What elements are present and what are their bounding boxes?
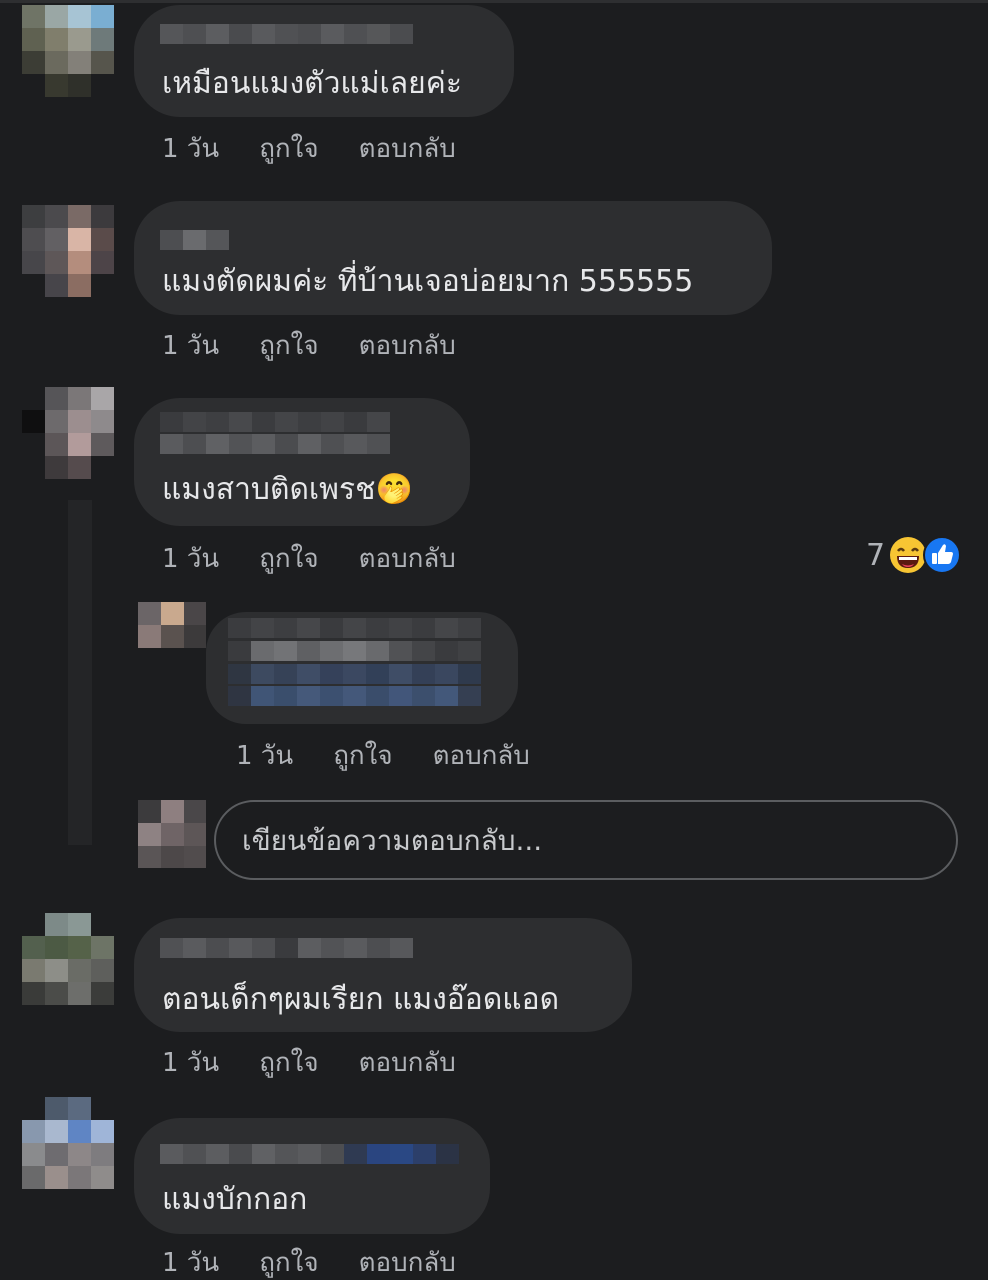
reaction-count: 7 [866,537,886,573]
reply-text-blurred [228,686,481,706]
commenter-name-blurred [160,412,390,432]
comment-time[interactable]: 1 วัน [162,542,219,576]
top-divider [0,0,988,3]
comment-time[interactable]: 1 วัน [162,1246,219,1280]
avatar[interactable] [22,913,114,1005]
current-user-avatar [138,800,206,868]
reaction-summary[interactable]: 7 [866,536,962,574]
reply-input[interactable] [214,800,958,880]
comment-text: แมงบักกอก [162,1182,308,1217]
hand-over-mouth-emoji-icon: 🤭 [375,472,413,507]
comment-actions: 1 วัน ถูกใจ ตอบกลับ [162,329,456,363]
reply-link[interactable]: ตอบกลับ [433,739,530,773]
like-link[interactable]: ถูกใจ [259,1246,318,1280]
comment-actions: 1 วัน ถูกใจ ตอบกลับ [162,1246,456,1280]
comment-text: แมงตัดผมค่ะ ที่บ้านเจอบ่อยมาก 555555 [162,264,694,299]
reply-author-blurred [228,618,481,638]
commenter-name-blurred [160,938,413,958]
comment-text: เหมือนแมงตัวแม่เลยค่ะ [162,66,462,101]
avatar[interactable] [22,387,114,479]
reply-link[interactable]: ตอบกลับ [359,329,456,363]
reply-link[interactable]: ตอบกลับ [359,132,456,166]
commenter-name-blurred [160,230,229,250]
reply-actions: 1 วัน ถูกใจ ตอบกลับ [236,739,530,773]
comment-actions: 1 วัน ถูกใจ ตอบกลับ [162,542,456,576]
avatar[interactable] [22,205,114,297]
laughing-emoji-icon [890,537,927,573]
like-link[interactable]: ถูกใจ [259,542,318,576]
like-link[interactable]: ถูกใจ [259,1046,318,1080]
like-link[interactable]: ถูกใจ [259,329,318,363]
comment-actions: 1 วัน ถูกใจ ตอบกลับ [162,132,456,166]
like-link[interactable]: ถูกใจ [259,132,318,166]
like-link[interactable]: ถูกใจ [333,739,392,773]
avatar[interactable] [22,5,114,97]
comment-time[interactable]: 1 วัน [162,1046,219,1080]
avatar[interactable] [22,1097,114,1189]
comment-text: แมงสาบติดเพรช🤭 [162,470,413,510]
reply-time[interactable]: 1 วัน [236,739,293,773]
reply-link[interactable]: ตอบกลับ [359,542,456,576]
like-thumb-icon [923,536,962,574]
reply-link[interactable]: ตอบกลับ [359,1046,456,1080]
reply-text-blurred [228,664,481,684]
comment-text: ตอนเด็กๆผมเรียก แมงอ๊อดแอด [162,982,560,1017]
commenter-name-blurred [160,24,413,44]
commenter-name-blurred [160,1144,459,1164]
thread-connector [68,500,92,845]
reply-link[interactable]: ตอบกลับ [359,1246,456,1280]
comment-time[interactable]: 1 วัน [162,132,219,166]
comment-time[interactable]: 1 วัน [162,329,219,363]
reply-avatar[interactable] [138,602,206,670]
reply-author-blurred [228,641,481,661]
commenter-name-blurred [160,434,390,454]
comment-actions: 1 วัน ถูกใจ ตอบกลับ [162,1046,456,1080]
comment-text-body: แมงสาบติดเพรช [162,472,376,507]
